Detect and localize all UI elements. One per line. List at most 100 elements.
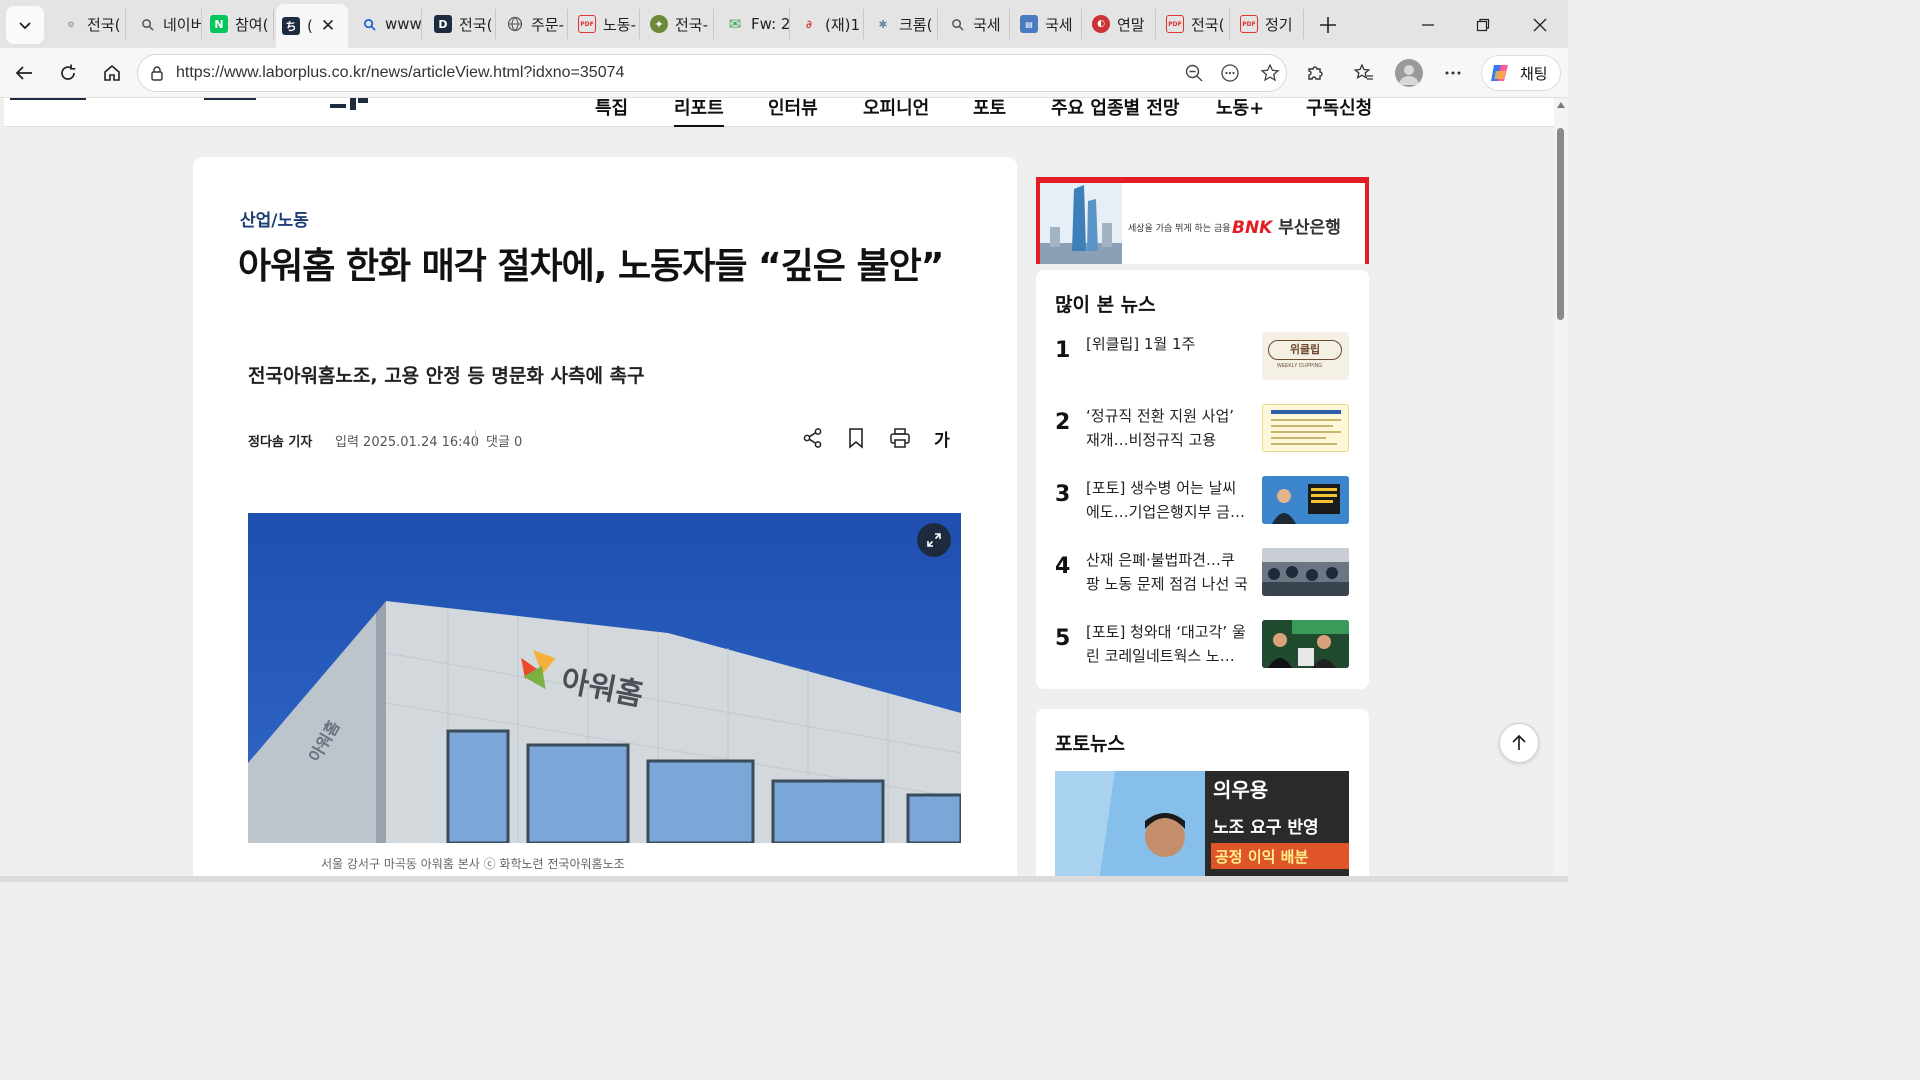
profile-avatar[interactable] [1395,59,1423,87]
browser-tab[interactable]: ▤ 국세 [1014,9,1082,39]
comment-count[interactable]: 댓글 0 [486,431,522,450]
scroll-to-top-button[interactable] [1499,723,1539,763]
favorite-star-icon[interactable] [1257,60,1283,86]
rank-headline[interactable]: 산재 은폐·불법파견…쿠팡 노동 문제 점검 나선 국회 [1086,548,1248,596]
favorites-button[interactable] [1350,59,1378,87]
photo-sign-text: 공정 이익 배분 [1215,848,1308,866]
tab-title: 참여( [235,15,269,34]
rank-thumbnail[interactable] [1262,548,1349,596]
browser-tab[interactable]: ∂ (재)1 [794,9,864,39]
back-button[interactable] [10,59,38,87]
lock-icon[interactable] [144,60,170,86]
refresh-button[interactable] [54,59,82,87]
nav-link-labor-plus[interactable]: 노동+ [1216,98,1264,120]
emblem-icon: ✦ [650,15,668,33]
font-size-button[interactable]: 가 [929,425,955,451]
browser-tab[interactable]: 네이버 [132,9,202,39]
logo-fragment [10,98,86,100]
chevron-down-icon [19,22,31,30]
minimize-button[interactable] [1414,11,1442,39]
rank-headline[interactable]: [포토] 청와대 ‘대고각’ 울린 코레일네트웍스 노… [1086,620,1248,668]
expand-photo-button[interactable] [917,523,951,557]
most-viewed-item[interactable]: 1 [위클립] 1월 1주 위클립 WEEKLY CLIPPING [1036,332,1369,404]
browser-tab[interactable]: ✱ 크롬( [868,9,938,39]
tab-title: www [385,15,422,33]
most-viewed-item[interactable]: 4 산재 은폐·불법파견…쿠팡 노동 문제 점검 나선 국회 [1036,548,1369,620]
close-window-button[interactable] [1526,11,1554,39]
browser-tab[interactable]: PDF 노동- [572,9,640,39]
site-navigation: 특집 리포트 인터뷰 오피니언 포토 주요 업종별 전망 노동+ 구독신청 [4,98,1554,127]
protest-photo-image [1262,620,1349,668]
browser-tab[interactable]: D 전국( [428,9,496,39]
print-icon[interactable] [887,425,913,451]
browser-tab[interactable]: ✉ Fw: 2 [720,9,790,39]
browser-tab-active[interactable]: ち ( ✕ [276,4,348,48]
copilot-button[interactable]: 채팅 [1481,55,1561,91]
most-viewed-panel: 많이 본 뉴스 1 [위클립] 1월 1주 위클립 WEEKLY CLIPPIN… [1036,270,1369,689]
browser-toolbar: https://www.laborplus.co.kr/news/article… [0,48,1568,98]
nav-link-feature[interactable]: 특집 [595,98,628,120]
home-button[interactable] [98,59,126,87]
nav-link-photo[interactable]: 포토 [973,98,1006,120]
rank-thumbnail[interactable] [1262,620,1349,668]
most-viewed-item[interactable]: 2 ‘정규직 전환 지원 사업’ 재개…비정규직 고용 안… [1036,404,1369,476]
reporter-name[interactable]: 정다솜 기자 [248,431,312,450]
ad-city-image [1040,183,1122,264]
minimize-icon [1422,24,1434,26]
person-icon [1399,65,1419,85]
bookmark-icon[interactable] [843,425,869,451]
scroll-up-arrow-icon[interactable] [1557,102,1565,108]
browser-tab[interactable]: N 참여( [204,9,274,39]
scrollbar-thumb[interactable] [1557,128,1564,320]
most-viewed-item[interactable]: 5 [포토] 청와대 ‘대고각’ 울린 코레일네트웍스 노… [1036,620,1369,692]
restore-button[interactable] [1469,11,1497,39]
extensions-button[interactable] [1301,59,1329,87]
most-viewed-title: 많이 본 뉴스 [1055,294,1156,316]
nav-link-report[interactable]: 리포트 [674,98,724,127]
rank-headline[interactable]: ‘정규직 전환 지원 사업’ 재개…비정규직 고용 안… [1086,404,1248,452]
browser-tab[interactable]: www [354,9,422,39]
article-category[interactable]: 산업/노동 [240,206,309,231]
nav-link-interview[interactable]: 인터뷰 [768,98,818,120]
weclip-subtext: WEEKLY CLIPPING [1277,363,1323,369]
browser-tab[interactable]: ✦ 전국- [644,9,714,39]
rank-headline[interactable]: [위클립] 1월 1주 [1086,332,1248,380]
nav-link-subscribe[interactable]: 구독신청 [1306,98,1372,120]
address-bar[interactable]: https://www.laborplus.co.kr/news/article… [137,54,1287,92]
browser-tab[interactable]: 주문- [500,9,568,39]
url-text[interactable]: https://www.laborplus.co.kr/news/article… [176,64,624,82]
tab-title: ( [307,17,313,35]
article-headline: 아워홈 한화 매각 절차에, 노동자들 “깊은 불안” [238,246,944,287]
nav-link-industry-outlook[interactable]: 주요 업종별 전망 [1051,98,1179,120]
share-icon[interactable] [800,425,826,451]
read-aloud-icon[interactable] [1217,60,1243,86]
more-dots-icon [1445,71,1461,75]
building-photo-illustration: 아워홈 아워홈 [248,513,961,843]
browser-tab[interactable]: ⚙ 전국( [56,9,126,39]
hearing-photo-image [1262,548,1349,596]
nav-link-opinion[interactable]: 오피니언 [863,98,929,120]
puzzle-icon: ✱ [878,17,888,31]
zoom-out-icon[interactable] [1181,60,1207,86]
rank-headline[interactable]: [포토] 생수병 어는 날씨에도…기업은행지부 금… [1086,476,1248,524]
settings-more-button[interactable] [1439,59,1467,87]
rank-thumbnail[interactable]: 위클립 WEEKLY CLIPPING [1262,332,1349,380]
copilot-label: 채팅 [1520,64,1548,83]
browser-tab[interactable]: 국세 [942,9,1010,39]
browser-tab[interactable]: PDF 정기 [1234,9,1304,39]
tab-list-button[interactable] [6,6,44,44]
bnk-advertisement[interactable]: 세상을 가슴 뛰게 하는 금융 BNK 부산은행 [1036,177,1369,264]
browser-tab[interactable]: ◐ 연말 [1086,9,1156,39]
search-favicon-icon [138,15,156,33]
new-tab-button[interactable] [1314,11,1342,39]
page-scrollbar[interactable] [1554,98,1568,876]
tab-title: Fw: 2 [751,15,790,33]
most-viewed-item[interactable]: 3 [포토] 생수병 어는 날씨에도…기업은행지부 금… [1036,476,1369,548]
rank-thumbnail[interactable] [1262,476,1349,524]
browser-tab[interactable]: PDF 전국( [1160,9,1230,39]
close-tab-icon[interactable]: ✕ [321,16,335,36]
photo-news-image[interactable]: 의우용 노조 요구 반영 공정 이익 배분 [1055,771,1349,876]
rank-thumbnail[interactable] [1262,404,1349,452]
article-photo[interactable]: 아워홈 아워홈 [248,513,961,843]
rank-number: 2 [1055,410,1071,435]
